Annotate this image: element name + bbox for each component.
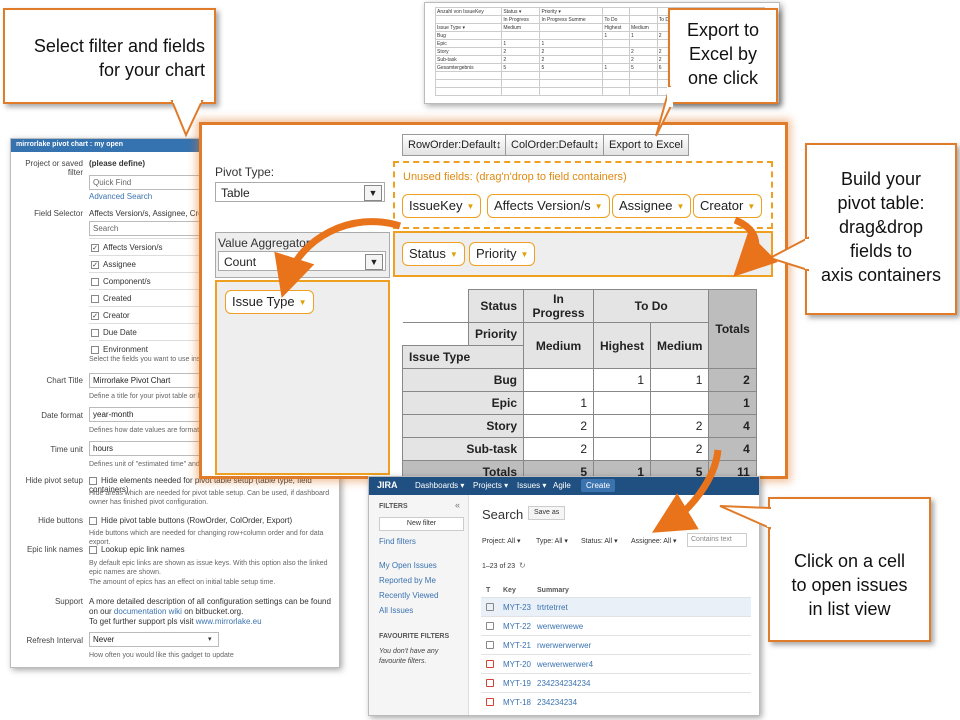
drag-arrows [274, 216, 778, 533]
